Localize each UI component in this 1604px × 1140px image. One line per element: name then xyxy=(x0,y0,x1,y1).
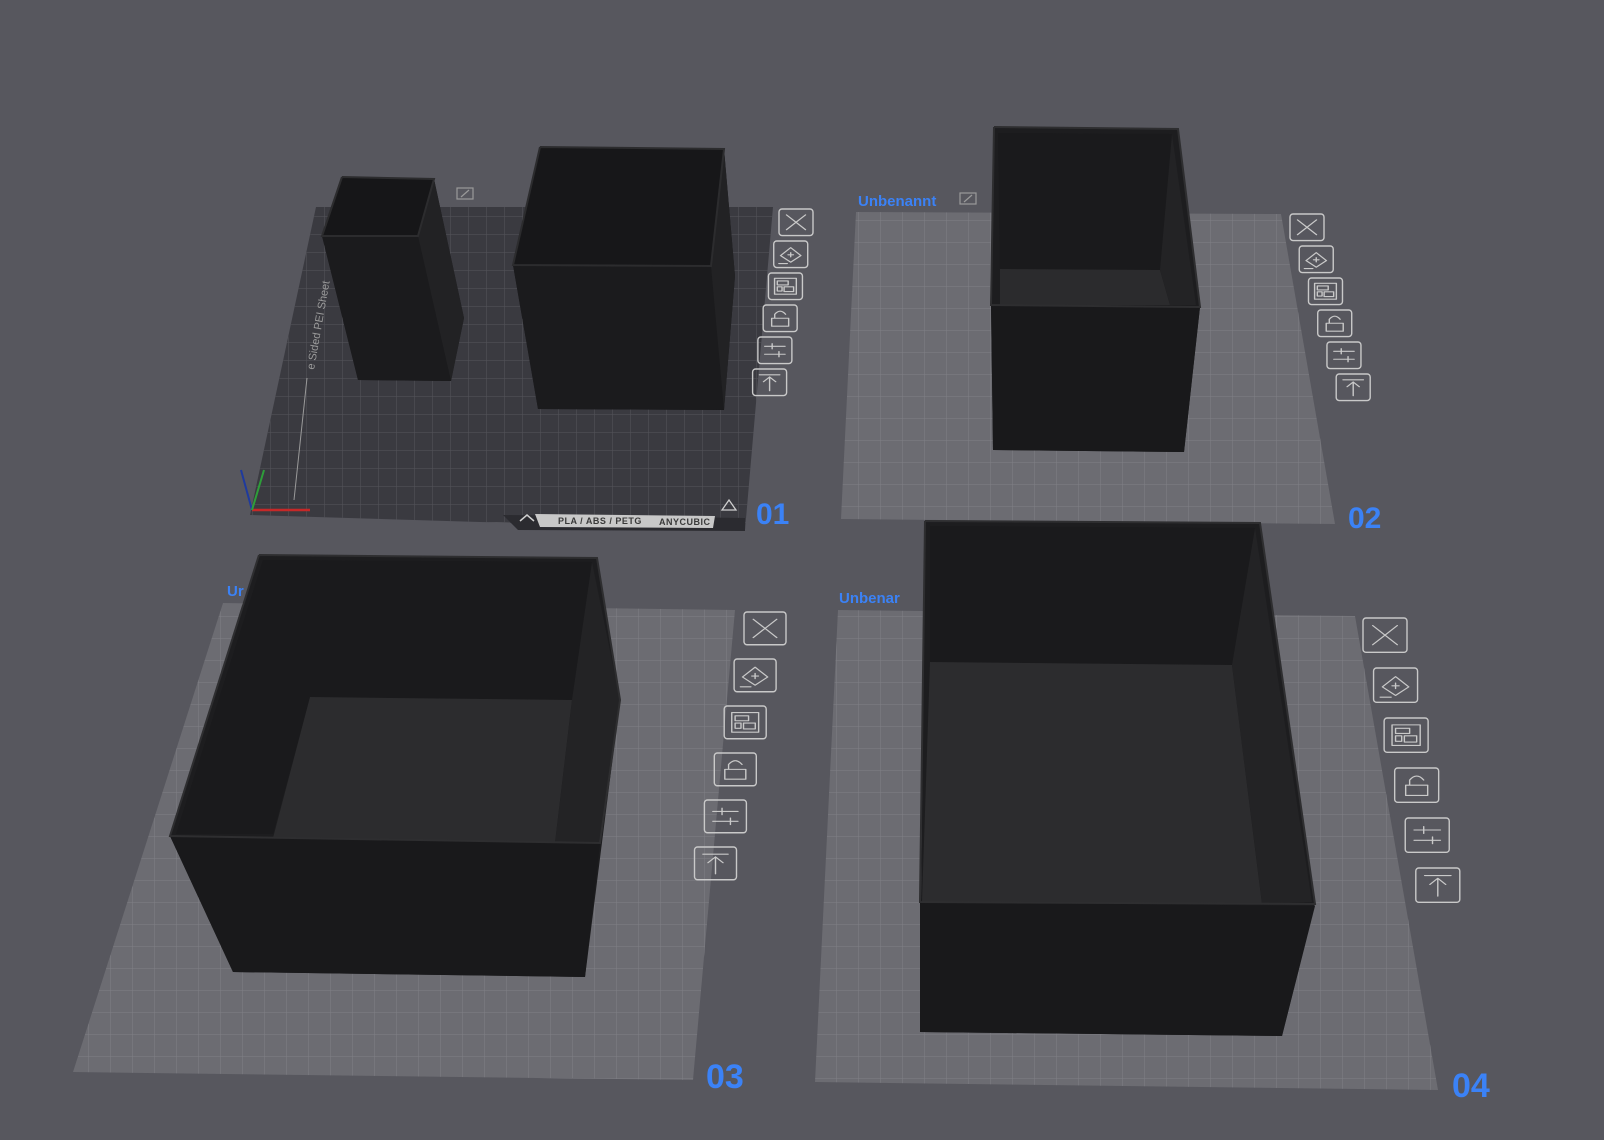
arrange-button[interactable] xyxy=(767,272,804,301)
sliders-icon xyxy=(763,343,786,358)
lock-icon xyxy=(770,310,790,327)
slice-plate-button[interactable] xyxy=(1415,867,1461,904)
arrange-icon xyxy=(1313,282,1338,300)
close-icon xyxy=(785,214,807,231)
slice-plate-button[interactable] xyxy=(1335,373,1371,402)
pencil-icon[interactable] xyxy=(959,192,977,205)
arrange-button[interactable] xyxy=(723,705,767,740)
auto-orient-button[interactable] xyxy=(1298,245,1334,274)
remove-plate-button[interactable] xyxy=(1289,213,1325,242)
sliders-icon xyxy=(1333,348,1355,363)
lock-button[interactable] xyxy=(762,304,798,333)
plate-02-name[interactable]: Unbenannt xyxy=(858,193,936,210)
plate-settings-button[interactable] xyxy=(1404,817,1450,854)
model-box-open-04[interactable] xyxy=(918,520,1317,1036)
plate-settings-button[interactable] xyxy=(757,336,793,365)
orient-icon xyxy=(778,247,802,265)
sliders-icon xyxy=(1413,826,1442,845)
plate-04-name[interactable]: Unbenar xyxy=(839,590,900,607)
auto-orient-button[interactable] xyxy=(1372,667,1419,704)
close-icon xyxy=(1296,219,1318,236)
remove-plate-button[interactable] xyxy=(778,208,814,237)
plate-03-number: 03 xyxy=(706,1058,744,1096)
arrange-icon xyxy=(731,712,760,733)
orient-icon xyxy=(1303,252,1328,270)
plate-03-name[interactable]: Ur xyxy=(227,583,244,600)
orient-icon xyxy=(739,666,769,688)
upload-icon xyxy=(758,374,781,392)
3d-viewport[interactable]: Unbenannt 02 Ur 03 Unbenar 04 PLA / ABS … xyxy=(0,0,1604,1140)
arrange-button[interactable] xyxy=(1307,277,1344,306)
lock-button[interactable] xyxy=(1393,767,1440,804)
close-icon xyxy=(1371,625,1399,646)
lock-icon xyxy=(1404,775,1429,797)
arrange-icon xyxy=(773,277,798,295)
plate-01-number: 01 xyxy=(756,498,789,531)
auto-orient-button[interactable] xyxy=(773,240,809,269)
upload-icon xyxy=(1423,875,1452,897)
arrange-button[interactable] xyxy=(1383,717,1429,754)
plate-04-number: 04 xyxy=(1452,1067,1490,1105)
lock-icon xyxy=(1325,315,1344,332)
remove-plate-button[interactable] xyxy=(1362,617,1408,654)
plate-01-materials-label: PLA / ABS / PETG xyxy=(558,516,642,526)
pencil-icon[interactable] xyxy=(456,187,474,200)
model-box-medium[interactable] xyxy=(511,146,735,410)
lock-button[interactable] xyxy=(1317,309,1353,338)
plate-02-number: 02 xyxy=(1348,502,1381,535)
remove-plate-button[interactable] xyxy=(743,611,787,646)
auto-orient-button[interactable] xyxy=(733,658,777,693)
arrange-icon xyxy=(1391,724,1421,747)
plate-settings-button[interactable] xyxy=(1326,341,1362,370)
plate-01-brand-label: ANYCUBIC xyxy=(659,517,711,527)
model-box-open-02[interactable] xyxy=(989,126,1202,452)
upload-icon xyxy=(1342,379,1365,397)
close-icon xyxy=(752,618,778,639)
lock-icon xyxy=(724,760,747,780)
orient-icon xyxy=(1379,676,1410,698)
